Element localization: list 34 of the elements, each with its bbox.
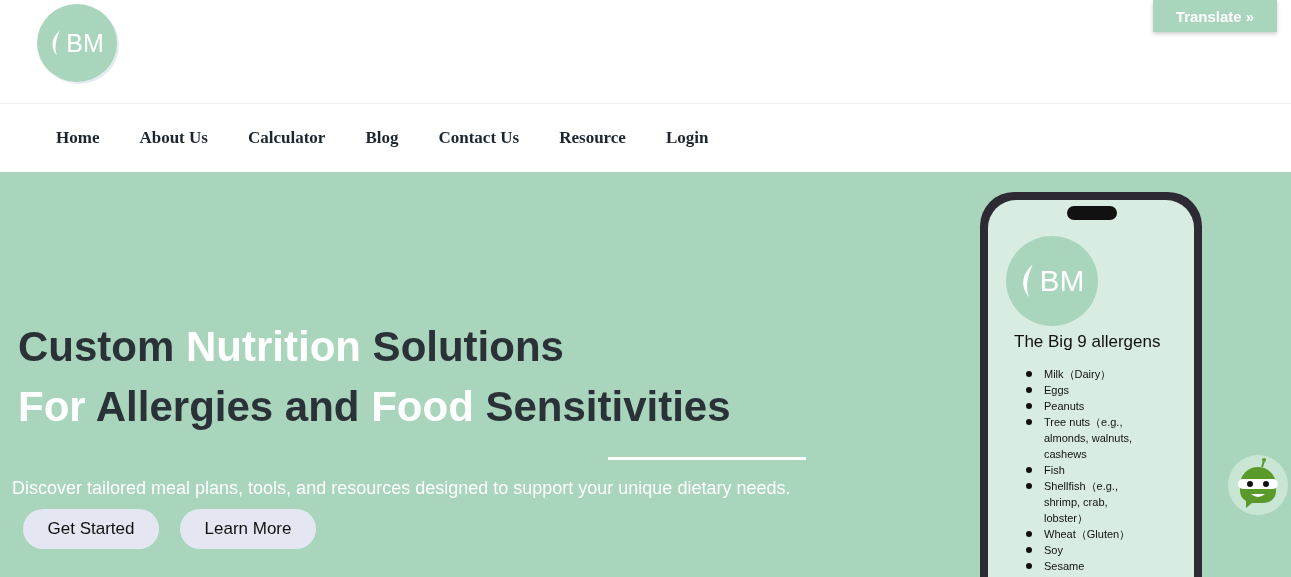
allergen-item: Fish <box>1044 463 1066 478</box>
allergen-item: Peanuts <box>1044 399 1086 414</box>
bullet-icon <box>1026 387 1032 393</box>
allergen-item: Tree nuts（e.g., almonds, walnuts, cashews <box>1044 415 1134 462</box>
phone-logo: BM <box>1006 236 1098 326</box>
bullet-icon <box>1026 403 1032 409</box>
nav-link[interactable]: Calculator <box>247 128 326 148</box>
allergen-item: Soy <box>1044 543 1064 558</box>
allergen-item: Wheat（Gluten） <box>1044 527 1132 542</box>
nav-link[interactable]: Resource <box>559 128 626 148</box>
hero-heading: Custom Nutrition Solutions <box>18 322 565 372</box>
allergen-item: Eggs <box>1044 383 1071 398</box>
chatbot-icon[interactable] <box>1228 455 1288 515</box>
allergen-item: Shellfish（e.g., shrimp, crab, lobster） <box>1044 479 1119 526</box>
bullet-icon <box>1026 467 1032 473</box>
bullet-icon <box>1026 371 1032 377</box>
hero-button[interactable]: Learn More <box>180 509 316 549</box>
phone-title: The Big 9 allergens <box>1014 332 1162 352</box>
nav-link[interactable]: Blog <box>365 128 399 148</box>
bullet-icon <box>1026 531 1032 537</box>
hero-subtitle: Discover tailored meal plans, tools, and resources designed to support your unique dietary needs. <box>12 478 792 499</box>
bullet-icon <box>1026 547 1032 553</box>
bullet-icon <box>1026 563 1032 569</box>
hero-heading: For Allergies and Food Sensitivities <box>18 382 732 432</box>
bullet-icon <box>1026 483 1032 489</box>
nav-link[interactable]: Login <box>665 128 709 148</box>
bullet-icon <box>1026 419 1032 425</box>
nav-link[interactable]: Home <box>56 128 100 148</box>
allergen-item: Sesame <box>1044 559 1086 574</box>
allergen-item: Milk（Dairy） <box>1044 367 1113 382</box>
hero-button[interactable]: Get Started <box>23 509 159 549</box>
nav-link[interactable]: About Us <box>139 128 208 148</box>
camera-notch <box>1067 206 1117 220</box>
nav-link[interactable]: Contact Us <box>438 128 520 148</box>
